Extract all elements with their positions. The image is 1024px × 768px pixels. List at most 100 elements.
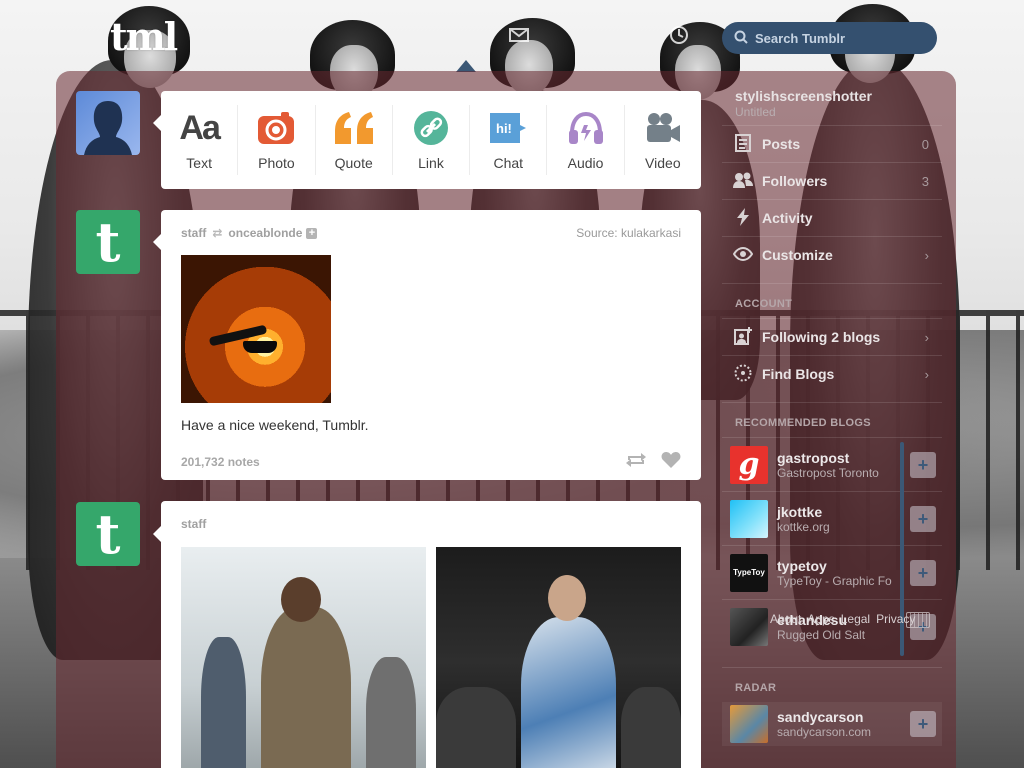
blog-thumbnail: [730, 705, 768, 743]
sidebar-item-posts[interactable]: Posts 0: [722, 125, 942, 162]
post-header: staff: [161, 501, 701, 531]
recommended-blog[interactable]: jkottke kottke.org +: [722, 491, 942, 545]
blog-subtitle: Gastropost Toronto: [777, 465, 879, 480]
photo-sunglasses: [243, 341, 277, 353]
blog-name: jkottke: [777, 503, 823, 520]
post-type-quote[interactable]: Quote: [316, 105, 393, 175]
search-input[interactable]: [755, 30, 925, 46]
recommended-blog[interactable]: g gastropost Gastropost Toronto +: [722, 437, 942, 491]
sidebar-item-followers[interactable]: Followers 3: [722, 162, 942, 199]
post-type-link[interactable]: Link: [393, 105, 471, 175]
reblog-button[interactable]: [625, 451, 647, 472]
post-type-audio[interactable]: Audio: [547, 105, 625, 175]
quote-icon: [333, 109, 375, 147]
post-footer: 201,732 notes: [161, 433, 701, 484]
photo-audience: [436, 687, 516, 768]
post-card: staff: [161, 501, 701, 768]
blog-name: gastropost: [777, 449, 850, 466]
photoset: [161, 531, 701, 768]
chevron-right-icon: ›: [924, 247, 929, 263]
keyboard-icon[interactable]: [906, 612, 930, 628]
blog-thumbnail: g: [730, 445, 768, 484]
avatar-pointer: [153, 526, 161, 542]
avatar-pointer: [153, 234, 161, 250]
post-caption: Have a nice weekend, Tumblr.: [181, 417, 369, 433]
blog-subtitle: sandycarson.com: [777, 725, 872, 739]
post-photo[interactable]: [181, 255, 331, 403]
sidebar-item-label: Customize: [762, 247, 833, 263]
follow-button[interactable]: +: [910, 559, 936, 586]
follow-button[interactable]: +: [910, 505, 936, 532]
sidebar-item-label: Following 2 blogs: [762, 329, 881, 345]
footer-link-legal[interactable]: Legal: [841, 612, 870, 626]
follow-button[interactable]: +: [910, 451, 936, 478]
chevron-right-icon: ›: [924, 366, 929, 382]
blog-thumbnail: [730, 499, 768, 538]
photo-model: [261, 607, 351, 768]
sidebar-item-following[interactable]: Following 2 blogs ›: [722, 318, 942, 355]
eye-icon: [732, 246, 754, 264]
video-camera-icon: [644, 109, 682, 147]
account-icon[interactable]: [668, 24, 690, 46]
mail-icon[interactable]: [508, 24, 530, 46]
following-icon: [732, 326, 754, 348]
blog-subtitle: Rugged Old Salt: [777, 627, 866, 642]
sidebar-item-label: Posts: [762, 136, 801, 152]
tumblr-logo[interactable]: tml: [110, 18, 190, 56]
staff-avatar[interactable]: t: [76, 502, 140, 566]
post-type-label: Link: [418, 155, 444, 171]
svg-text:hi!: hi!: [496, 121, 512, 136]
my-avatar[interactable]: [76, 91, 140, 155]
sidebar-item-label: Activity: [762, 210, 813, 226]
post-type-bar: Aa Text Photo Quote Link hi! Chat Audio: [161, 91, 701, 189]
post-type-video[interactable]: Video: [625, 105, 701, 175]
photo-audience: [621, 687, 681, 768]
photoset-image[interactable]: [181, 547, 426, 768]
footer-links: About Apps Legal Privacy: [770, 612, 915, 626]
chat-icon: hi!: [488, 109, 528, 147]
photoset-image[interactable]: [436, 547, 681, 768]
follow-icon[interactable]: +: [306, 227, 318, 239]
post-type-label: Video: [645, 155, 681, 171]
sidebar-item-find-blogs[interactable]: Find Blogs ›: [722, 355, 942, 392]
photo-model-head: [281, 577, 321, 622]
sidebar-item-label: Find Blogs: [762, 366, 835, 382]
post-header: staff ⇄ onceablonde + Source: kulakarkas…: [161, 210, 701, 240]
like-button[interactable]: [661, 451, 681, 472]
recommended-blog[interactable]: TypeToy typetoy TypeToy - Graphic Fo +: [722, 545, 942, 599]
footer-link-about[interactable]: About: [770, 612, 801, 626]
post-type-photo[interactable]: Photo: [238, 105, 316, 175]
post-notes[interactable]: 201,732 notes: [181, 455, 260, 469]
sidebar: stylishscreenshotter Untitled Posts 0 Fo…: [722, 80, 942, 746]
blog-name: typetoy: [777, 557, 827, 574]
footer-link-apps[interactable]: Apps: [807, 612, 834, 626]
follow-button[interactable]: +: [910, 711, 936, 737]
text-icon: Aa: [179, 108, 220, 147]
search-bar[interactable]: [722, 22, 937, 54]
photo-model-head: [548, 575, 586, 621]
post-source[interactable]: Source: kulakarkasi: [576, 226, 681, 240]
post-type-label: Audio: [567, 155, 604, 171]
radar-blog[interactable]: sandycarson sandycarson.com +: [722, 702, 942, 746]
staff-avatar[interactable]: t: [76, 210, 140, 274]
reblog-icon: ⇄: [212, 226, 223, 240]
sidebar-item-customize[interactable]: Customize ›: [722, 236, 942, 273]
followers-count: 3: [921, 173, 929, 189]
posts-count: 0: [921, 136, 929, 152]
search-icon: [734, 30, 748, 47]
headphones-icon: [567, 109, 605, 147]
post-author[interactable]: staff: [181, 226, 206, 240]
post-type-label: Quote: [334, 155, 373, 171]
sidebar-item-activity[interactable]: Activity: [722, 199, 942, 236]
lightning-icon: [732, 207, 754, 229]
blog-title[interactable]: stylishscreenshotter: [722, 80, 942, 104]
post-type-chat[interactable]: hi! Chat: [470, 105, 548, 175]
posts-icon: [732, 133, 754, 155]
blog-thumbnail: TypeToy: [730, 553, 768, 592]
chevron-right-icon: ›: [924, 329, 929, 345]
avatar-pointer: [153, 115, 161, 131]
post-card: staff ⇄ onceablonde + Source: kulakarkas…: [161, 210, 701, 480]
post-author[interactable]: staff: [181, 517, 206, 531]
post-type-text[interactable]: Aa Text: [161, 105, 239, 175]
reblogged-from[interactable]: onceablonde: [228, 226, 302, 240]
